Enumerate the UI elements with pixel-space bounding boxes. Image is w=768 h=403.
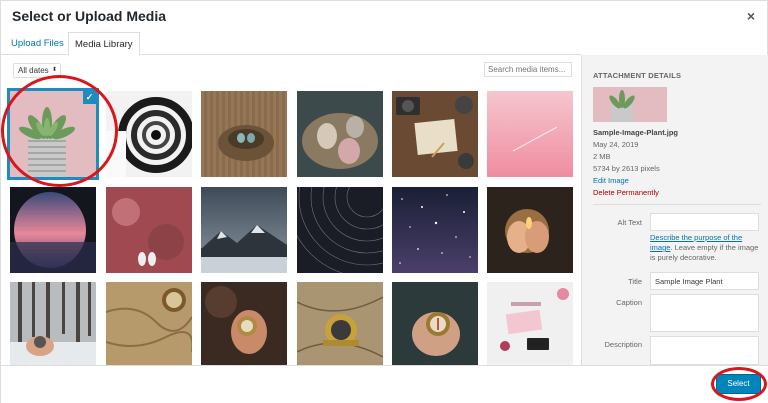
attachment-filename: Sample-Image-Plant.jpg	[593, 128, 679, 137]
alt-text-field[interactable]	[650, 213, 759, 231]
media-thumb-map-compass[interactable]	[106, 282, 192, 368]
tab-media-library[interactable]: Media Library	[68, 32, 140, 56]
media-thumb-eggs-in-nest[interactable]	[297, 91, 383, 177]
media-thumb-night-sky[interactable]	[392, 187, 478, 273]
media-thumb-pink-wall-shoes[interactable]	[106, 187, 192, 273]
sidebar-divider	[593, 204, 761, 205]
tab-upload-files[interactable]: Upload Files	[6, 32, 69, 55]
alt-text-label: Alt Text	[617, 218, 642, 227]
close-icon[interactable]: ×	[747, 8, 755, 24]
selected-check-icon[interactable]: ✓	[83, 91, 96, 104]
caption-field[interactable]	[650, 294, 759, 332]
attachment-details-heading: ATTACHMENT DETAILS	[593, 71, 682, 80]
media-thumb-hand-compass[interactable]	[201, 282, 287, 368]
media-thumb-bird-nest-eggs[interactable]	[201, 91, 287, 177]
date-filter-select[interactable]: All dates ⬍	[13, 63, 61, 78]
attachment-dimensions: 5734 by 2613 pixels	[593, 164, 660, 173]
attachment-date: May 24, 2019	[593, 140, 639, 149]
edit-image-link[interactable]: Edit Image	[593, 176, 629, 185]
modal-title: Select or Upload Media	[12, 8, 167, 24]
media-thumb-desk-flowers-phone[interactable]	[487, 282, 573, 368]
select-button[interactable]: Select	[716, 374, 761, 394]
alt-text-help: Describe the purpose of the image. Leave…	[650, 233, 762, 263]
media-thumb-compass-hand[interactable]	[392, 282, 478, 368]
description-label: Description	[604, 340, 642, 349]
media-thumb-sunset-window[interactable]	[10, 187, 96, 273]
tab-bar: Upload Files Media Library	[1, 32, 581, 56]
media-thumb-spiral-staircase[interactable]	[106, 91, 192, 177]
select-arrows-icon: ⬍	[51, 67, 57, 73]
media-thumb-mountains[interactable]	[201, 187, 287, 273]
media-thumb-desk-camera-notebook[interactable]	[392, 91, 478, 177]
delete-permanently-link[interactable]: Delete Permanently	[593, 188, 659, 197]
title-label: Title	[628, 277, 642, 286]
media-thumb-star-trails[interactable]	[297, 187, 383, 273]
attachment-filesize: 2 MB	[593, 152, 611, 161]
media-thumb-succulent-plant[interactable]: ✓	[7, 88, 99, 180]
date-filter-value: All dates	[18, 66, 49, 75]
media-thumb-snowy-forest-compass[interactable]	[10, 282, 96, 368]
attachment-preview	[593, 87, 667, 122]
modal-footer	[1, 365, 768, 403]
description-field[interactable]	[650, 336, 759, 365]
media-modal: Select or Upload Media × Upload Files Me…	[0, 0, 768, 403]
media-thumb-sextant-map[interactable]	[297, 282, 383, 368]
media-thumb-pink-sky[interactable]	[487, 91, 573, 177]
caption-label: Caption	[616, 298, 642, 307]
search-input[interactable]	[484, 62, 572, 77]
title-field[interactable]	[650, 272, 759, 290]
media-thumb-hands-candle[interactable]	[487, 187, 573, 273]
attachment-details-sidebar: ATTACHMENT DETAILS Sample-Image-Plant.jp…	[581, 55, 768, 365]
